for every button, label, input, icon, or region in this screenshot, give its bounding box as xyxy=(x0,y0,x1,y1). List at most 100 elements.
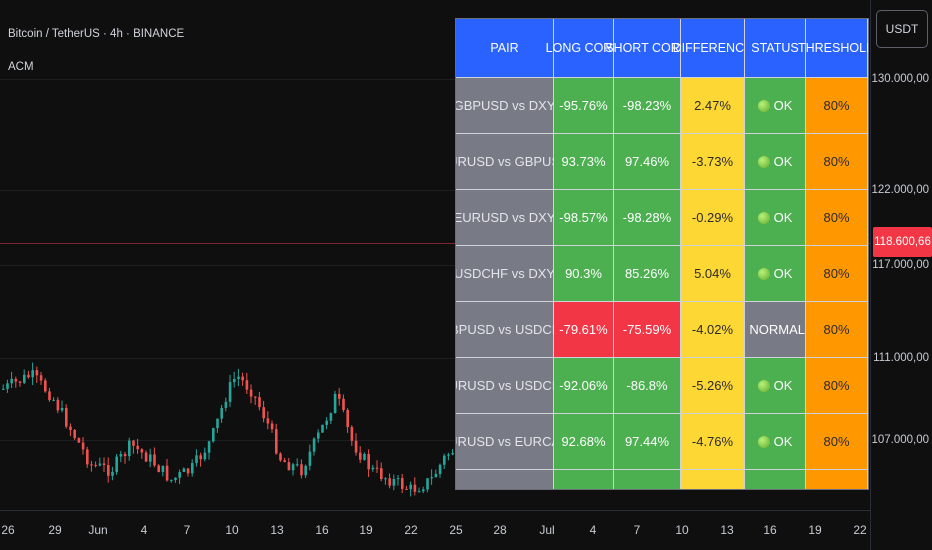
candle-body xyxy=(182,468,186,473)
pair-cell: EURUSD vs GBPUSD xyxy=(456,134,570,190)
candle-body xyxy=(296,464,299,466)
short-corr-header: SHORT CORR xyxy=(605,19,689,78)
price-tick: 107.000,00 xyxy=(871,434,929,446)
short-corr-cell: 97.44% xyxy=(614,414,681,470)
last-price-label: 118.600,66 xyxy=(873,227,932,257)
candle-body xyxy=(258,397,261,408)
indicator-label[interactable]: ACM xyxy=(8,61,34,73)
candle-body xyxy=(409,484,412,490)
candle-body xyxy=(56,399,60,411)
pair-cell: GBPUSD vs USDCHF xyxy=(456,302,569,358)
date-tick: 13 xyxy=(720,523,734,537)
candle-body xyxy=(2,388,5,390)
green-circle-icon xyxy=(757,99,770,112)
long-corr-cell: 92.68% xyxy=(554,414,614,470)
status-cell: OK xyxy=(745,246,806,302)
status-text: OK xyxy=(773,434,793,449)
pair-cell: EURUSD vs USDCHF xyxy=(456,358,569,414)
candle-body xyxy=(312,438,316,452)
date-tick: 22 xyxy=(404,523,418,537)
candle-body xyxy=(98,463,102,466)
time-axis[interactable]: 26 29 Jun 4 7 10 13 16 19 22 25 28 Jul 4 7 10 13 16 19 22 xyxy=(0,510,870,550)
chart-pane[interactable]: Bitcoin / TetherUS · 4h · BINANCE ACM PA… xyxy=(0,0,870,510)
candle-body xyxy=(161,465,165,473)
date-tick: 22 xyxy=(853,523,867,537)
table-row: SPY vs SPX98.74%164.93%-66.19%OK80% xyxy=(456,470,868,489)
difference-cell: -4.76% xyxy=(681,414,745,470)
date-tick: Jun xyxy=(88,523,108,537)
candle-body xyxy=(270,423,274,430)
green-circle-icon xyxy=(757,155,770,168)
candle-body xyxy=(115,456,118,472)
price-tick: 130.000,00 xyxy=(871,73,929,85)
date-tick: 16 xyxy=(763,523,777,537)
candle-body xyxy=(342,398,345,411)
date-tick: Jul xyxy=(539,523,555,537)
date-tick: 28 xyxy=(493,523,507,537)
candle-body xyxy=(224,401,228,408)
date-tick: 19 xyxy=(359,523,373,537)
table-row: GBPUSD vs DXY -95.76% -98.23% 2.47% OK 80% xyxy=(456,78,868,134)
candle-body xyxy=(291,464,295,471)
status-cell: OK xyxy=(745,358,806,414)
status-text: NORMAL xyxy=(749,322,805,337)
candle-body xyxy=(392,478,396,486)
long-corr-cell: 98.74% xyxy=(554,470,614,489)
table-row: USDCHF vs DXY 90.3% 85.26% 5.04% OK 80% xyxy=(456,246,868,302)
candle-body xyxy=(350,427,354,441)
candle-body xyxy=(52,399,55,401)
short-corr-cell: 164.93% xyxy=(614,470,681,489)
green-circle-icon xyxy=(757,435,770,448)
candle-body xyxy=(241,376,244,381)
threshold-cell: 80% xyxy=(806,246,868,302)
green-circle-icon xyxy=(757,211,770,224)
candle-body xyxy=(346,410,349,428)
price-tick: 122.000,00 xyxy=(871,184,929,196)
candle-body xyxy=(90,464,93,466)
short-corr-cell: -86.8% xyxy=(614,358,681,414)
candle-body xyxy=(31,370,34,378)
candle-body xyxy=(338,393,341,399)
difference-cell: -3.73% xyxy=(681,134,745,190)
candle-body xyxy=(325,420,328,425)
threshold-cell: 80% xyxy=(806,470,868,489)
date-tick: 19 xyxy=(808,523,822,537)
price-tick: 111.000,00 xyxy=(873,352,929,364)
pair-header: PAIR xyxy=(456,19,554,78)
candle-body xyxy=(60,408,64,411)
candle-body xyxy=(44,380,47,392)
candle-body xyxy=(300,464,303,476)
candle-body xyxy=(304,465,307,476)
status-cell: OK xyxy=(745,470,806,489)
candle-body xyxy=(102,463,106,465)
candle-body xyxy=(279,453,282,461)
candle-body xyxy=(443,455,446,465)
candle-body xyxy=(216,418,219,429)
candle-body xyxy=(203,452,207,460)
candle-body xyxy=(39,375,43,381)
candle-body xyxy=(228,382,232,402)
long-corr-cell: -79.61% xyxy=(554,302,614,358)
price-tick: 117.000,00 xyxy=(872,259,929,271)
threshold-header: THRESHOLD xyxy=(798,19,868,78)
candle-body xyxy=(107,464,110,476)
symbol-title[interactable]: Bitcoin / TetherUS · 4h · BINANCE xyxy=(8,28,184,40)
candle-body xyxy=(35,370,39,376)
date-tick: 10 xyxy=(225,523,239,537)
short-corr-cell: 97.46% xyxy=(614,134,681,190)
table-row: GBPUSD vs USDCHF-79.61%-75.59%-4.02% NORM… xyxy=(456,302,868,358)
price-axis[interactable]: USDT 130.000,00 122.000,00 117.000,00 11… xyxy=(870,0,932,550)
candle-body xyxy=(73,430,76,439)
short-corr-cell: -98.28% xyxy=(614,190,681,246)
difference-cell: 2.47% xyxy=(681,78,745,134)
candle-body xyxy=(245,380,249,390)
candle-body xyxy=(207,441,211,453)
currency-button[interactable]: USDT xyxy=(876,10,928,48)
candle-body xyxy=(329,413,333,421)
candle-body xyxy=(422,489,425,492)
candle-body xyxy=(380,468,383,480)
candle-body xyxy=(174,477,177,480)
long-corr-cell: 93.73% xyxy=(554,134,614,190)
table-row: EURUSD vs DXY -98.57% -98.28% -0.29% OK 80% xyxy=(456,190,868,246)
candle-body xyxy=(199,455,202,460)
